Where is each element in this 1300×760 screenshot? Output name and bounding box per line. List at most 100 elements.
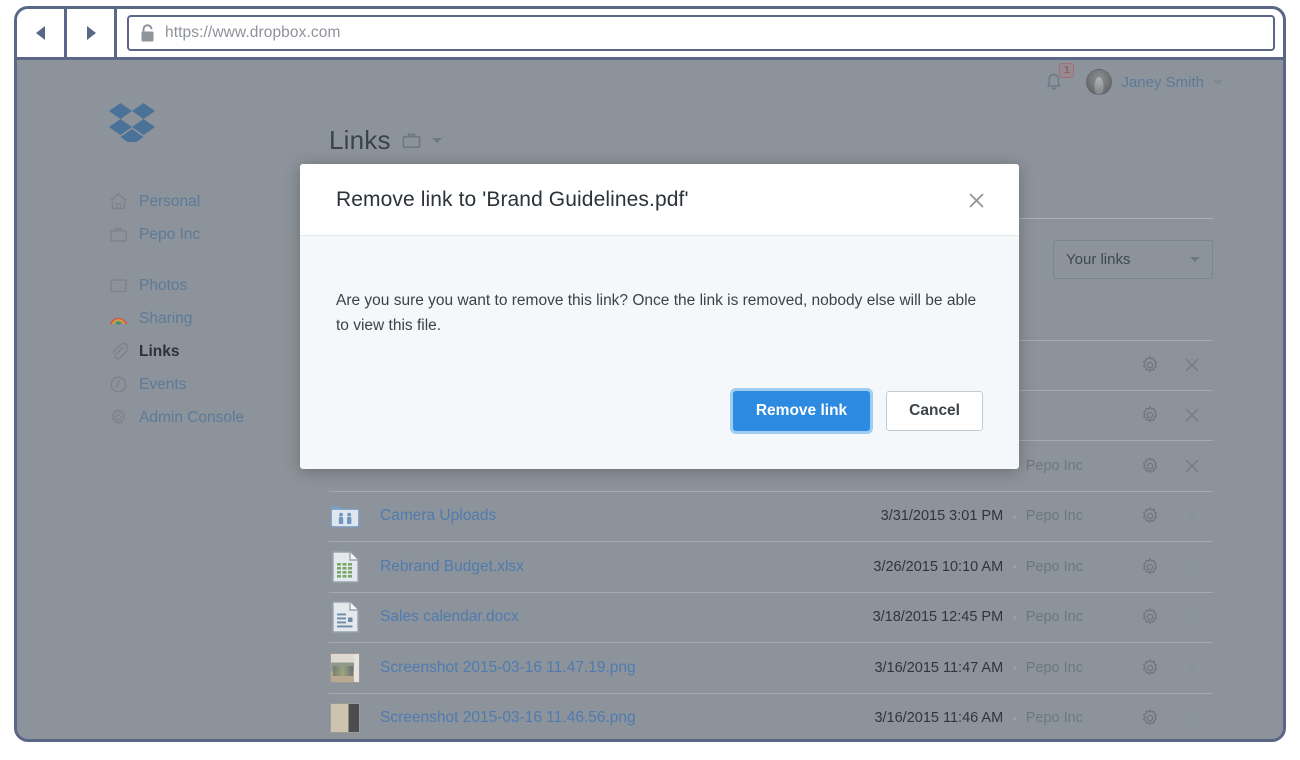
page-title: Links bbox=[329, 124, 391, 155]
user-menu[interactable]: Janey Smith bbox=[1086, 69, 1223, 95]
dialog-body: Are you sure you want to remove this lin… bbox=[300, 236, 1019, 338]
links-filter-label: Your links bbox=[1066, 251, 1131, 268]
file-meta: Pepo Inc bbox=[1017, 458, 1083, 474]
sidebar-item-label: Admin Console bbox=[139, 408, 245, 426]
gear-icon bbox=[1143, 356, 1157, 373]
file-name[interactable]: Screenshot 2015-03-16 11.47.19.png bbox=[380, 659, 874, 677]
close-icon bbox=[1185, 560, 1199, 574]
file-meta: 3/18/2015 12:45 PM • Pepo Inc bbox=[873, 609, 1083, 625]
file-owner: Pepo Inc bbox=[1025, 659, 1083, 676]
file-meta: 3/16/2015 11:46 AM • Pepo Inc bbox=[874, 710, 1083, 726]
home-icon bbox=[109, 192, 128, 211]
back-arrow-icon bbox=[35, 26, 45, 40]
file-name[interactable]: Sales calendar.docx bbox=[380, 608, 873, 626]
chevron-down-icon bbox=[1213, 79, 1223, 85]
meta-separator: • bbox=[1012, 710, 1017, 726]
sidebar-item-photos[interactable]: Photos bbox=[109, 269, 309, 302]
file-meta: 3/16/2015 11:47 AM • Pepo Inc bbox=[874, 660, 1083, 676]
close-icon bbox=[1185, 661, 1199, 675]
row-remove-button[interactable] bbox=[1171, 357, 1213, 373]
sidebar-item-label: Events bbox=[139, 375, 187, 393]
briefcase-icon bbox=[109, 225, 128, 244]
gear-icon bbox=[1143, 406, 1157, 423]
notifications-button[interactable]: 1 bbox=[1040, 63, 1075, 96]
lock-icon bbox=[141, 24, 154, 42]
rainbow-icon bbox=[109, 309, 128, 328]
file-date: 3/16/2015 11:46 AM bbox=[874, 710, 1004, 727]
sidebar-group-features: Photos Sharing Links Events Admin Consol… bbox=[109, 269, 309, 434]
sidebar-item-label: Personal bbox=[139, 192, 201, 210]
sidebar-group-accounts: Personal Pepo Inc bbox=[109, 185, 309, 251]
sidebar-item-links[interactable]: Links bbox=[109, 335, 309, 368]
row-remove-button[interactable] bbox=[1171, 609, 1213, 625]
file-name[interactable]: Rebrand Budget.xlsx bbox=[380, 558, 873, 576]
notification-badge: 1 bbox=[1059, 63, 1075, 78]
remove-link-button[interactable]: Remove link bbox=[732, 391, 871, 432]
cancel-button[interactable]: Cancel bbox=[886, 391, 983, 432]
close-icon bbox=[1185, 711, 1199, 725]
dialog-actions: Remove link Cancel bbox=[300, 353, 1019, 469]
gear-icon bbox=[1143, 456, 1157, 473]
address-bar[interactable]: https://www.dropbox.com bbox=[127, 15, 1275, 51]
file-name[interactable]: Camera Uploads bbox=[380, 507, 881, 525]
row-settings-button[interactable] bbox=[1129, 355, 1171, 375]
file-date: 3/26/2015 10:10 AM bbox=[873, 558, 1004, 575]
browser-toolbar: https://www.dropbox.com bbox=[17, 9, 1283, 60]
browser-window: https://www.dropbox.com 1 Janey Smith Pe… bbox=[14, 6, 1286, 742]
row-settings-button[interactable] bbox=[1129, 506, 1171, 526]
page-viewport: 1 Janey Smith Personal Pepo Inc Photos S… bbox=[17, 60, 1283, 740]
table-row[interactable]: Screenshot 2015-03-16 11.46.56.png 3/16/… bbox=[329, 694, 1213, 740]
gear-icon bbox=[1143, 507, 1157, 524]
file-meta: 3/31/2015 3:01 PM • Pepo Inc bbox=[881, 508, 1083, 524]
close-icon bbox=[1185, 509, 1199, 523]
sidebar-item-pepo-inc[interactable]: Pepo Inc bbox=[109, 218, 309, 251]
sidebar: Personal Pepo Inc Photos Sharing Links E… bbox=[109, 102, 309, 452]
thumbnail-image bbox=[330, 652, 360, 683]
file-meta: 3/26/2015 10:10 AM • Pepo Inc bbox=[873, 559, 1083, 575]
table-row[interactable]: Sales calendar.docx 3/18/2015 12:45 PM •… bbox=[329, 593, 1213, 643]
clock-icon bbox=[109, 375, 128, 394]
file-date: 3/18/2015 12:45 PM bbox=[872, 609, 1004, 626]
remove-link-dialog: Remove link to 'Brand Guidelines.pdf' Ar… bbox=[300, 164, 1019, 470]
file-name[interactable]: Screenshot 2015-03-16 11.46.56.png bbox=[380, 709, 874, 727]
sidebar-item-personal[interactable]: Personal bbox=[109, 185, 309, 218]
row-remove-button[interactable] bbox=[1171, 458, 1213, 474]
row-settings-button[interactable] bbox=[1129, 456, 1171, 476]
chevron-down-icon[interactable] bbox=[431, 137, 442, 143]
meta-separator: • bbox=[1012, 660, 1017, 676]
forward-button[interactable] bbox=[67, 9, 117, 57]
table-row[interactable]: Camera Uploads 3/31/2015 3:01 PM • Pepo … bbox=[329, 492, 1213, 542]
url-text: https://www.dropbox.com bbox=[165, 24, 341, 41]
back-button[interactable] bbox=[17, 9, 67, 57]
spreadsheet-file-icon bbox=[329, 551, 361, 583]
row-remove-button[interactable] bbox=[1171, 660, 1213, 676]
file-owner: Pepo Inc bbox=[1025, 710, 1083, 727]
close-icon bbox=[1185, 610, 1199, 624]
row-remove-button[interactable] bbox=[1171, 559, 1213, 575]
sidebar-item-admin-console[interactable]: Admin Console bbox=[109, 401, 309, 434]
file-date: 3/16/2015 11:47 AM bbox=[874, 659, 1004, 676]
thumbnail-image bbox=[330, 703, 360, 734]
sidebar-item-label: Sharing bbox=[139, 309, 193, 327]
links-filter-dropdown[interactable]: Your links bbox=[1053, 240, 1213, 279]
row-remove-button[interactable] bbox=[1171, 407, 1213, 423]
row-remove-button[interactable] bbox=[1171, 710, 1213, 726]
meta-separator: • bbox=[1012, 559, 1017, 575]
row-settings-button[interactable] bbox=[1129, 708, 1171, 728]
avatar bbox=[1086, 69, 1113, 95]
row-settings-button[interactable] bbox=[1129, 607, 1171, 627]
dialog-close-button[interactable] bbox=[962, 190, 991, 211]
document-file-icon bbox=[329, 601, 361, 633]
table-row[interactable]: Screenshot 2015-03-16 11.47.19.png 3/16/… bbox=[329, 643, 1213, 694]
row-settings-button[interactable] bbox=[1129, 405, 1171, 425]
paperclip-icon bbox=[109, 342, 128, 361]
image-thumbnail bbox=[329, 703, 361, 734]
row-settings-button[interactable] bbox=[1129, 658, 1171, 678]
table-row[interactable]: Rebrand Budget.xlsx 3/26/2015 10:10 AM •… bbox=[329, 542, 1213, 593]
row-settings-button[interactable] bbox=[1129, 557, 1171, 577]
content-header: Links Your links bbox=[329, 120, 1213, 279]
sidebar-item-sharing[interactable]: Sharing bbox=[109, 302, 309, 335]
sidebar-item-events[interactable]: Events bbox=[109, 368, 309, 401]
row-remove-button[interactable] bbox=[1171, 508, 1213, 524]
file-owner: Pepo Inc bbox=[1025, 508, 1083, 525]
